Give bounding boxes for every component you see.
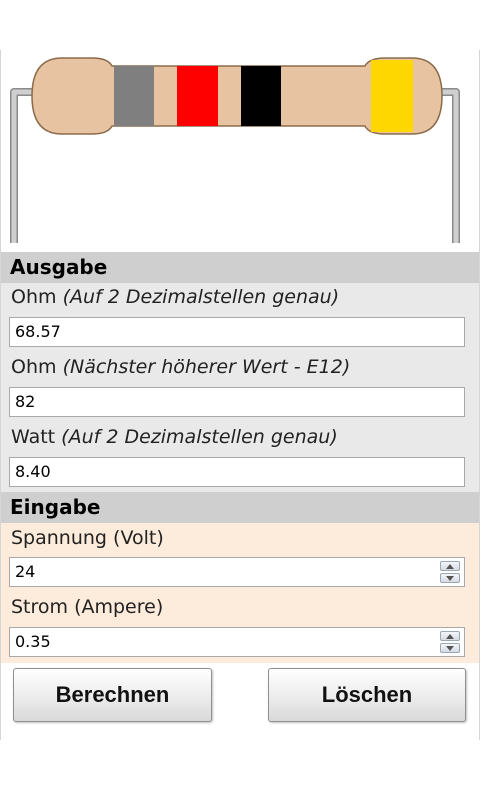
resistor-band-tolerance — [371, 60, 413, 132]
voltage-label: Spannung (Volt) — [11, 527, 164, 549]
output-section-header: Ausgabe — [1, 252, 479, 283]
arrow-down-icon — [446, 576, 454, 581]
arrow-up-icon — [446, 564, 454, 569]
resistor-band-1 — [114, 66, 154, 126]
e12-output-field[interactable]: 82 — [9, 387, 465, 417]
clear-button[interactable]: Löschen — [268, 668, 466, 722]
arrow-up-icon — [446, 634, 454, 639]
e12-label-text: Ohm — [11, 356, 57, 378]
calculate-button[interactable]: Berechnen — [13, 668, 212, 722]
input-section-header: Eingabe — [1, 492, 479, 523]
voltage-spinner — [440, 561, 460, 583]
voltage-decrement-button[interactable] — [440, 573, 460, 583]
watt-output-field[interactable]: 8.40 — [9, 457, 465, 487]
current-label: Strom (Ampere) — [11, 596, 164, 618]
current-value: 0.35 — [15, 632, 51, 651]
resistor-calculator-page: Ausgabe Ohm (Auf 2 Dezimalstellen genau)… — [0, 0, 480, 800]
resistor-band-2 — [177, 66, 218, 126]
watt-label: Watt (Auf 2 Dezimalstellen genau) — [11, 426, 338, 448]
e12-label: Ohm (Nächster höherer Wert - E12) — [11, 356, 350, 378]
current-spinner — [440, 631, 460, 653]
ohm-label: Ohm (Auf 2 Dezimalstellen genau) — [11, 286, 339, 308]
watt-label-text: Watt — [11, 426, 56, 448]
resistor-band-3 — [241, 66, 281, 126]
output-section: Ohm (Auf 2 Dezimalstellen genau) 68.57 O… — [1, 283, 479, 492]
ohm-hint: (Auf 2 Dezimalstellen genau) — [62, 286, 340, 308]
current-input[interactable]: 0.35 — [9, 627, 465, 657]
voltage-increment-button[interactable] — [440, 561, 460, 571]
voltage-input[interactable]: 24 — [9, 557, 465, 587]
input-section: Spannung (Volt) 24 Strom (Ampere) 0.35 — [1, 523, 479, 663]
current-increment-button[interactable] — [440, 631, 460, 641]
current-decrement-button[interactable] — [440, 643, 460, 653]
ohm-output-field[interactable]: 68.57 — [9, 317, 465, 347]
arrow-down-icon — [446, 646, 454, 651]
e12-hint: (Nächster höherer Wert - E12) — [62, 356, 351, 378]
watt-hint: (Auf 2 Dezimalstellen genau) — [61, 426, 338, 448]
voltage-value: 24 — [15, 562, 36, 581]
ohm-label-text: Ohm — [11, 286, 57, 308]
resistor-image — [10, 57, 460, 243]
